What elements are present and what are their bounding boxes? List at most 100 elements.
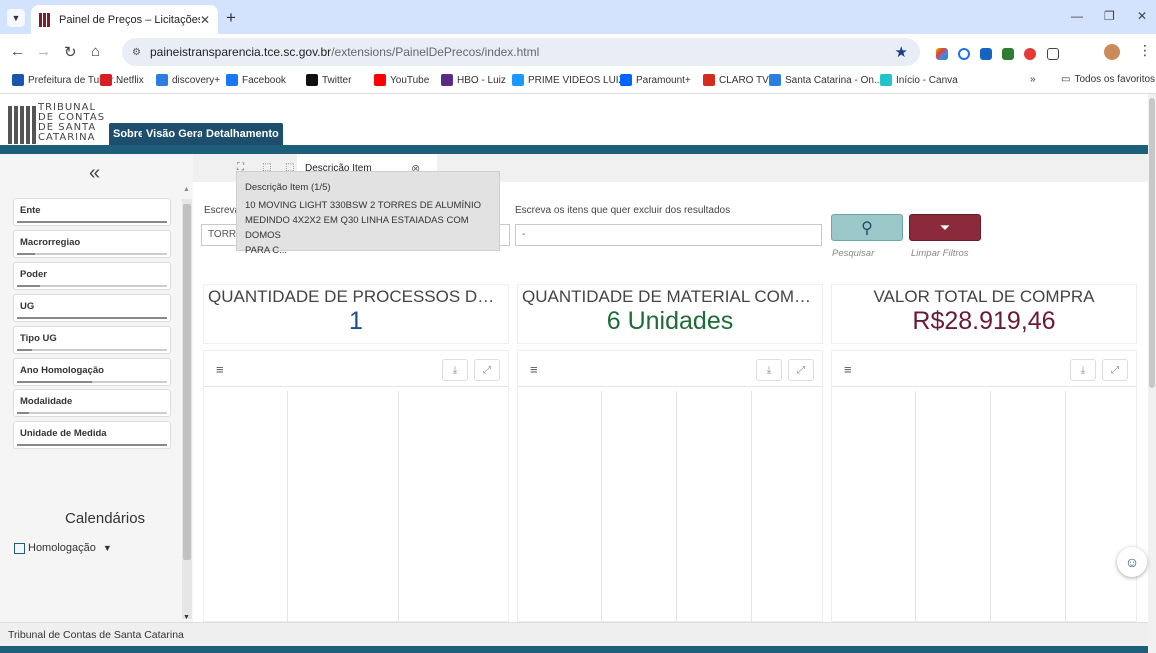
download-icon[interactable]: ⤓ xyxy=(756,359,782,381)
bookmark-favicon-icon xyxy=(374,74,386,86)
download-icon[interactable]: ⤓ xyxy=(442,359,468,381)
reload-icon[interactable]: ↻ xyxy=(64,43,77,61)
forward-icon[interactable]: → xyxy=(36,43,51,60)
page-scrollbar[interactable] xyxy=(1148,94,1156,653)
filter-pane[interactable]: Unidade de Medida xyxy=(13,421,171,449)
bookmark-favicon-icon xyxy=(880,74,892,86)
back-icon[interactable]: ← xyxy=(10,43,25,60)
page-footer: Tribunal de Contas de Santa Catarina xyxy=(0,622,1148,646)
bookmark-item[interactable]: Santa Catarina - On... xyxy=(769,74,882,86)
extensions-puzzle-icon[interactable] xyxy=(1047,48,1059,60)
expand-icon[interactable]: ⤢ xyxy=(474,359,500,381)
page-scroll-thumb[interactable] xyxy=(1149,98,1155,388)
chart-panel-3-header: ≡ ⤓ ⤢ xyxy=(832,351,1136,387)
address-bar[interactable]: ⚙ paineistransparencia.tce.sc.gov.br/ext… xyxy=(122,38,920,66)
chart-panel-3[interactable]: ≡ ⤓ ⤢ xyxy=(831,350,1137,622)
chat-assistant-button[interactable]: ☺ xyxy=(1117,547,1147,577)
browser-menu-icon[interactable]: ⋮ xyxy=(1138,42,1152,59)
qlik-page: TRIBUNAL DE CONTAS DE SANTA CATARINA Sobre … xyxy=(0,94,1156,653)
minimize-icon[interactable]: — xyxy=(1071,9,1083,23)
kpi-material-value: 6 Unidades xyxy=(606,307,734,335)
bookmark-item[interactable]: CLARO TV xyxy=(703,74,769,86)
filter-selection-fill xyxy=(17,285,40,287)
calendar-homologacao[interactable]: Homologação ▼ xyxy=(14,542,112,554)
scroll-up-icon[interactable]: ▲ xyxy=(183,186,190,193)
tce-favicon-icon xyxy=(39,12,53,27)
bookmark-item[interactable]: YouTube xyxy=(374,74,429,86)
scroll-down-icon[interactable]: ▼ xyxy=(183,614,190,621)
extension-red-icon[interactable] xyxy=(1024,48,1036,60)
all-favorites-folder[interactable]: ▭ Todos os favoritos xyxy=(1061,74,1155,85)
sidebar-scroll-thumb[interactable] xyxy=(183,204,191,560)
site-info-icon[interactable]: ⚙ xyxy=(132,47,141,58)
tab-search-button[interactable]: ▼ xyxy=(7,9,25,27)
clear-filters-label: Limpar Filtros xyxy=(911,248,969,259)
search-button-label: Pesquisar xyxy=(832,248,875,259)
maximize-icon[interactable]: ❐ xyxy=(1104,9,1115,23)
filter-selection-bar xyxy=(17,381,167,383)
bookmark-favicon-icon xyxy=(512,74,524,86)
extension-grid-icon[interactable] xyxy=(1002,48,1014,60)
chart-menu-icon[interactable]: ≡ xyxy=(216,362,224,377)
filter-pane[interactable]: Ente xyxy=(13,198,171,226)
bookmark-item[interactable]: HBO - Luiz xyxy=(441,74,506,86)
close-window-icon[interactable]: ✕ xyxy=(1137,9,1147,23)
filter-pane-label: Unidade de Medida xyxy=(20,428,107,439)
grid-line xyxy=(751,391,752,621)
new-tab-button[interactable]: + xyxy=(226,8,236,28)
bookmark-item[interactable]: discovery+ xyxy=(156,74,220,86)
bookmark-star-icon[interactable]: ★ xyxy=(895,43,908,61)
extension-2-icon[interactable] xyxy=(980,48,992,60)
bookmark-label: Paramount+ xyxy=(636,74,691,86)
collapse-sidebar-icon[interactable]: « xyxy=(89,162,100,185)
chart-panel-2[interactable]: ≡ ⤓ ⤢ xyxy=(517,350,823,622)
browser-tabstrip: ▼ Painel de Preços – Licitações ✕ + — ❐ … xyxy=(0,0,1156,34)
tab-detalhamento[interactable]: Detalhamento xyxy=(202,123,283,145)
header-strip xyxy=(0,145,1148,154)
chart-panel-1[interactable]: ≡ ⤓ ⤢ xyxy=(203,350,509,622)
bookmark-item[interactable]: Facebook xyxy=(226,74,286,86)
filter-pane[interactable]: Modalidade xyxy=(13,389,171,417)
filter-selection-bar xyxy=(17,412,167,414)
bookmark-item[interactable]: Paramount+ xyxy=(620,74,691,86)
kpi-processos[interactable]: QUANTIDADE DE PROCESSOS DE C... 1 xyxy=(203,284,509,344)
bookmark-favicon-icon xyxy=(12,74,24,86)
extension-smiley-icon[interactable] xyxy=(958,48,970,60)
chart-menu-icon[interactable]: ≡ xyxy=(844,362,852,377)
filter-pane[interactable]: Macrorregiao xyxy=(13,230,171,258)
bookmark-label: Facebook xyxy=(242,74,286,86)
download-icon[interactable]: ⤓ xyxy=(1070,359,1096,381)
search-button[interactable]: ⚲ xyxy=(831,214,903,241)
expand-icon[interactable]: ⤢ xyxy=(1102,359,1128,381)
extension-colorful-icon[interactable] xyxy=(936,48,948,60)
chart-menu-icon[interactable]: ≡ xyxy=(530,362,538,377)
bookmark-item[interactable]: PRIME VIDEOS LUIZ xyxy=(512,74,625,86)
bookmark-favicon-icon xyxy=(441,74,453,86)
home-icon[interactable]: ⌂ xyxy=(91,43,100,60)
sidebar-scrollbar[interactable]: ▲ ▼ xyxy=(182,186,192,621)
clear-filters-button[interactable]: ⏷ xyxy=(909,214,981,241)
profile-avatar[interactable] xyxy=(1104,44,1120,60)
kpi-material[interactable]: QUANTIDADE DE MATERIAL COMPR... 6 Unidad… xyxy=(517,284,823,344)
filter-selection-fill xyxy=(17,412,29,414)
bookmark-item[interactable]: Twitter xyxy=(306,74,351,86)
filter-pane[interactable]: Poder xyxy=(13,262,171,290)
exclude-label: Escreva os itens que quer excluir dos re… xyxy=(515,205,731,216)
more-bookmarks-button[interactable]: » xyxy=(1030,74,1036,85)
kpi-valor-total[interactable]: VALOR TOTAL DE COMPRA R$28.919,46 xyxy=(831,284,1137,344)
bookmark-favicon-icon xyxy=(620,74,632,86)
browser-toolbar: ← → ↻ ⌂ ⚙ paineistransparencia.tce.sc.go… xyxy=(0,34,1156,70)
filter-pane[interactable]: UG xyxy=(13,294,171,322)
close-tab-icon[interactable]: ✕ xyxy=(200,13,210,27)
bookmark-item[interactable]: Netflix xyxy=(100,74,144,86)
filter-pane[interactable]: Tipo UG xyxy=(13,326,171,354)
tab-visao-geral[interactable]: Visão Geral xyxy=(142,123,211,145)
browser-tab-active[interactable]: Painel de Preços – Licitações ✕ xyxy=(31,5,218,34)
exclude-input[interactable]: - xyxy=(515,224,822,246)
tooltip-line-1: 10 MOVING LIGHT 330BSW 2 TORRES DE ALUMÍ… xyxy=(245,200,481,211)
tce-logo-text: TRIBUNAL DE CONTAS DE SANTA CATARINA xyxy=(38,103,105,143)
expand-icon[interactable]: ⤢ xyxy=(788,359,814,381)
tooltip-line-2: MEDINDO 4X2X2 EM Q30 LINHA ESTAIADAS COM… xyxy=(245,215,469,241)
bookmark-item[interactable]: Início - Canva xyxy=(880,74,958,86)
filter-pane[interactable]: Ano Homologação xyxy=(13,358,171,386)
